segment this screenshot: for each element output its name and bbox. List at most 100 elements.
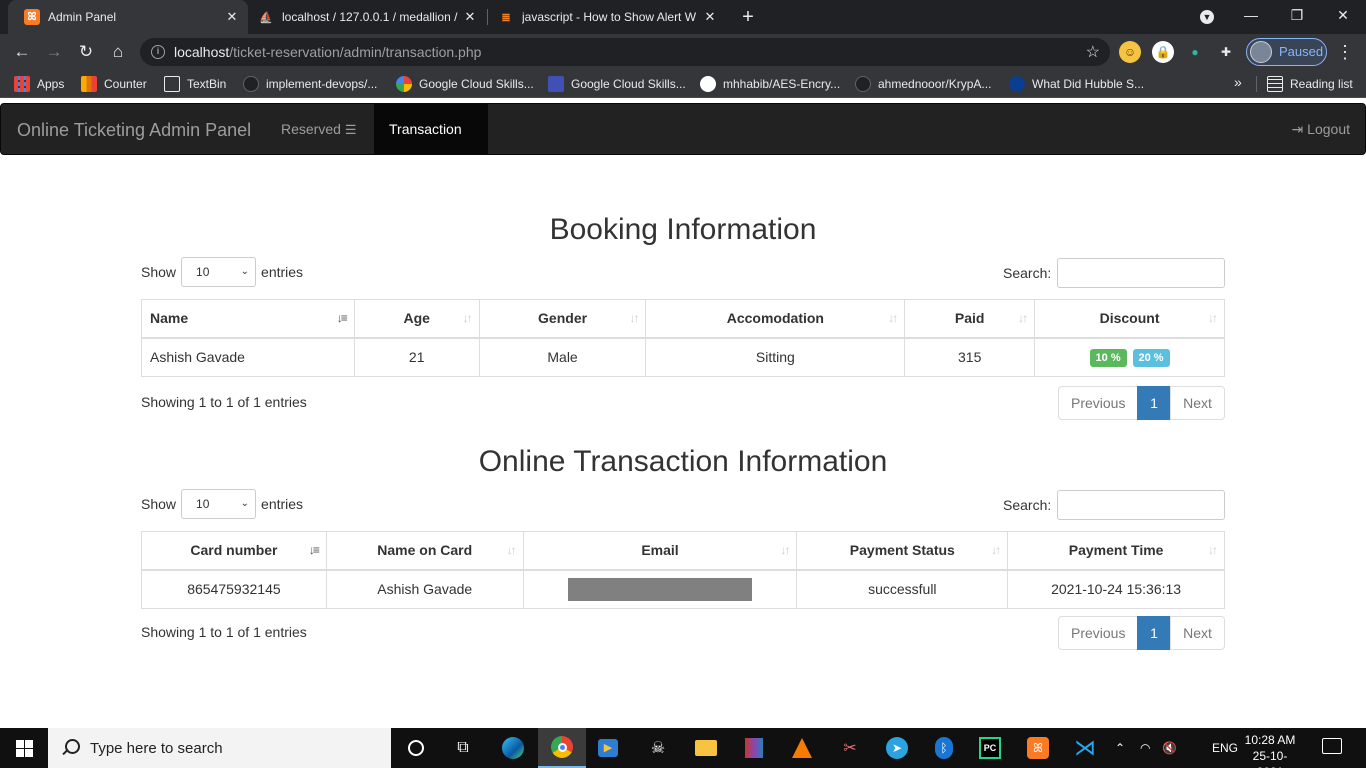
bookmark-aes-encry[interactable]: mhhabib/AES-Encry... — [700, 75, 840, 93]
page-1-button[interactable]: 1 — [1137, 386, 1171, 420]
chrome-taskbar-icon[interactable] — [538, 728, 586, 768]
discount-10-button[interactable]: 10 % — [1089, 348, 1127, 367]
discount-20-button[interactable]: 20 % — [1132, 348, 1170, 367]
window-close-icon[interactable]: ✕ — [1320, 0, 1366, 30]
transactions-search: Search: — [1003, 490, 1226, 520]
volume-muted-icon[interactable]: 🔇 — [1162, 728, 1177, 768]
tray-chevron-up-icon[interactable]: ⌃ — [1115, 728, 1125, 768]
telegram-icon[interactable]: ➤ — [881, 732, 913, 764]
bookmark-krypa[interactable]: ahmednooor/KrypA... — [855, 75, 991, 93]
col-card-number[interactable]: Card number ↓≡ — [141, 531, 327, 571]
address-url[interactable]: localhost/ticket-reservation/admin/trans… — [174, 44, 481, 60]
back-icon[interactable]: ← — [9, 39, 35, 65]
col-name-on-card[interactable]: Name on Card ↓↑ — [325, 531, 524, 571]
wifi-icon[interactable]: ◠ — [1140, 728, 1150, 768]
vscode-icon[interactable]: ⋊ — [1069, 732, 1101, 764]
notification-center-icon[interactable] — [1322, 738, 1342, 754]
tab-admin-panel[interactable]: ꕤ Admin Panel ✕ — [8, 0, 248, 34]
transactions-heading: Online Transaction Information — [478, 445, 888, 478]
new-tab-icon[interactable]: + — [737, 6, 759, 28]
taskbar-search-box[interactable]: Type here to search — [48, 728, 391, 768]
lock-extension-icon[interactable]: 🔒 — [1152, 41, 1174, 63]
sort-asc-icon: ↓≡ — [308, 543, 320, 557]
close-icon[interactable]: ✕ — [460, 9, 480, 25]
taskbar-clock[interactable]: 10:28 AM 25-10-2021 — [1240, 732, 1300, 768]
col-accomodation[interactable]: Accomodation ↓↑ — [645, 299, 906, 339]
navbar-brand[interactable]: Online Ticketing Admin Panel — [17, 120, 251, 141]
ghost-extension-icon[interactable]: ● — [1184, 41, 1206, 63]
booking-search-input[interactable] — [1057, 258, 1226, 288]
bookmark-google-cloud-1[interactable]: Google Cloud Skills... — [396, 75, 534, 93]
bookmark-textbin[interactable]: TextBin — [164, 75, 226, 93]
winrar-icon[interactable] — [738, 732, 770, 764]
bookmarks-overflow-icon[interactable]: » — [1234, 74, 1242, 90]
close-icon[interactable]: ✕ — [700, 9, 720, 25]
profile-button[interactable]: Paused — [1246, 38, 1327, 66]
windows-taskbar: Type here to search ⧉ ▶ ☠ ✂ ➤ ᛒ PC ꕤ ⋊ ⌃… — [0, 728, 1366, 768]
col-gender[interactable]: Gender ↓↑ — [478, 299, 647, 339]
extensions-puzzle-icon[interactable]: ✚ — [1215, 41, 1237, 63]
transactions-search-input[interactable] — [1057, 490, 1226, 520]
emoji-extension-icon[interactable]: ☺ — [1119, 41, 1141, 63]
tab-title: javascript - How to Show Alert W — [522, 10, 697, 24]
next-page-button[interactable]: Next — [1170, 616, 1225, 650]
previous-page-button[interactable]: Previous — [1058, 616, 1138, 650]
col-name[interactable]: Name ↓≡ — [141, 299, 355, 339]
bluetooth-icon[interactable]: ᛒ — [928, 732, 960, 764]
next-page-button[interactable]: Next — [1170, 386, 1225, 420]
booking-pagination: Previous 1 Next — [1058, 386, 1225, 420]
bookmark-implement-devops[interactable]: implement-devops/... — [243, 75, 377, 93]
vlc-icon[interactable] — [786, 732, 818, 764]
column-label: Card number — [190, 542, 278, 559]
col-discount[interactable]: Discount ↓↑ — [1034, 299, 1225, 339]
tab-stackoverflow[interactable]: ≣ javascript - How to Show Alert W ✕ — [488, 0, 726, 34]
snipping-tool-icon[interactable]: ✂ — [834, 732, 866, 764]
minimize-icon[interactable]: — — [1228, 0, 1274, 30]
previous-page-button[interactable]: Previous — [1058, 386, 1138, 420]
bookmark-star-icon[interactable]: ☆ — [1086, 42, 1100, 62]
file-explorer-icon[interactable] — [690, 732, 722, 764]
cortana-icon[interactable] — [400, 732, 432, 764]
reload-icon[interactable]: ↻ — [73, 39, 99, 65]
nav-reserved[interactable]: Reserved ☰ — [266, 104, 371, 154]
nav-transaction[interactable]: Transaction ₹ — [374, 104, 488, 187]
col-paid[interactable]: Paid ↓↑ — [904, 299, 1036, 339]
col-email[interactable]: Email ↓↑ — [522, 531, 798, 571]
address-bar[interactable]: i localhost/ticket-reservation/admin/tra… — [140, 38, 1110, 66]
col-age[interactable]: Age ↓↑ — [353, 299, 480, 339]
logout-icon: ⇥ — [1291, 121, 1304, 137]
edge-icon[interactable] — [497, 732, 529, 764]
input-language[interactable]: ENG — [1212, 728, 1238, 768]
site-info-icon[interactable]: i — [151, 45, 165, 59]
tab-search-icon[interactable]: ▼ — [1184, 0, 1230, 30]
home-icon[interactable]: ⌂ — [105, 39, 131, 65]
tab-phpmyadmin[interactable]: ⛵ localhost / 127.0.0.1 / medallion / ✕ — [248, 0, 486, 34]
transactions-length-select[interactable]: 10 ⌄ — [181, 489, 257, 519]
forward-icon[interactable]: → — [41, 39, 67, 65]
task-view-icon[interactable]: ⧉ — [447, 732, 479, 764]
nasa-icon — [1009, 76, 1025, 92]
col-payment-time[interactable]: Payment Time ↓↑ — [1007, 531, 1225, 571]
chevron-down-icon: ⌄ — [240, 266, 250, 277]
github-icon — [700, 76, 716, 92]
github-icon — [243, 76, 259, 92]
bookmark-apps[interactable]: Apps — [14, 75, 64, 93]
close-icon[interactable]: ✕ — [222, 9, 242, 25]
windows-start-icon[interactable] — [0, 728, 48, 768]
reading-list[interactable]: Reading list — [1267, 75, 1353, 93]
kali-linux-icon[interactable]: ☠ — [642, 732, 674, 764]
nav-logout[interactable]: ⇥ Logout — [1277, 104, 1365, 154]
pycharm-icon[interactable]: PC — [974, 732, 1006, 764]
media-player-icon[interactable]: ▶ — [592, 732, 624, 764]
bookmark-counter[interactable]: Counter — [81, 75, 147, 93]
xampp-taskbar-icon[interactable]: ꕤ — [1022, 732, 1054, 764]
page-1-button[interactable]: 1 — [1137, 616, 1171, 650]
bar-chart-icon — [81, 76, 97, 92]
maximize-icon[interactable]: ❐ — [1274, 0, 1320, 30]
browser-menu-icon[interactable]: ⋮ — [1336, 39, 1354, 65]
col-payment-status[interactable]: Payment Status ↓↑ — [796, 531, 1009, 571]
booking-length-select[interactable]: 10 ⌄ — [181, 257, 257, 287]
sort-icon: ↓↑ — [991, 543, 1001, 557]
bookmark-google-cloud-2[interactable]: Google Cloud Skills... — [548, 75, 686, 93]
bookmark-hubble[interactable]: What Did Hubble S... — [1009, 75, 1144, 93]
